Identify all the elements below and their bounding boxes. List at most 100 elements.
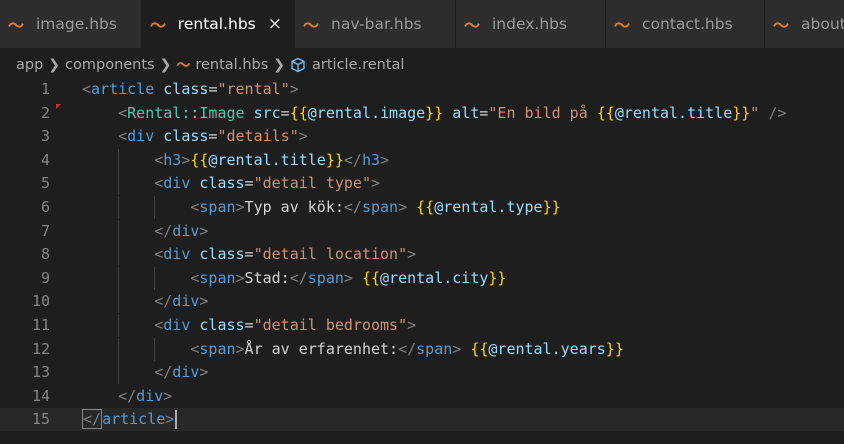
line-number: 5 <box>40 174 50 193</box>
code-token: @rental.title <box>614 103 733 122</box>
indent-guide <box>118 148 120 172</box>
breadcrumb-item-app[interactable]: app <box>16 57 43 73</box>
code-token: > <box>407 316 417 334</box>
code-line[interactable]: 8 <div class="detail location"> <box>0 243 844 267</box>
code-token: h3 <box>361 150 381 169</box>
code-text: <div class="detail type"> <box>154 172 380 195</box>
code-text: </article> <box>82 408 178 431</box>
code-token: div <box>172 363 200 382</box>
code-line[interactable]: 1 <article class="rental"> <box>0 78 844 101</box>
code-token: }} <box>605 339 624 358</box>
code-token: < <box>118 103 128 122</box>
code-text: <div class="detail location"> <box>154 243 416 266</box>
code-token: "detail type" <box>253 174 371 193</box>
tab-rental-hbs[interactable]: 〜 rental.hbs × <box>142 0 295 48</box>
code-line[interactable]: 9 <span>Stad:</span> {{@rental.city}} <box>0 266 844 290</box>
code-token: "rental" <box>217 80 290 98</box>
code-token: < <box>118 127 128 146</box>
line-number: 13 <box>31 363 50 382</box>
line-number: 3 <box>40 127 50 146</box>
symbol-cube-icon <box>290 57 306 73</box>
code-token: = <box>244 174 254 193</box>
code-token: "En bild på <box>488 103 597 122</box>
code-text: <span>År av erfarenhet:</span> {{@rental… <box>190 338 624 361</box>
code-line[interactable]: 14 </div> <box>0 385 844 408</box>
code-line[interactable]: 3 <div class="details"> <box>0 125 844 148</box>
code-token: > <box>380 150 390 169</box>
tab-contact-hbs[interactable]: 〜 contact.hbs <box>606 0 765 48</box>
code-line[interactable]: 2 <Rental::Image src={{@rental.image}} al… <box>0 102 844 125</box>
code-token: span <box>361 198 399 216</box>
tab-about-hbs[interactable]: 〜 about <box>765 0 844 48</box>
code-line[interactable]: 15 </article> <box>0 408 844 432</box>
code-token: @rental.title <box>208 150 326 169</box>
code-token: {{ <box>289 103 308 122</box>
code-token: class <box>163 80 209 98</box>
handlebars-file-icon: 〜 <box>303 16 320 35</box>
indent-guide <box>154 337 156 361</box>
code-token: /> <box>768 103 787 122</box>
code-token: div <box>172 292 200 311</box>
code-token: }} <box>488 268 507 287</box>
editor-tab-bar: 〜 image.hbs 〜 rental.hbs × 〜 nav-bar.hbs… <box>0 0 844 48</box>
code-token: > <box>407 245 417 264</box>
close-tab-icon[interactable]: × <box>268 14 282 34</box>
handlebars-file-icon: 〜 <box>176 58 191 74</box>
line-number: 9 <box>40 268 50 287</box>
code-text: <span>Stad:</span> {{@rental.city}} <box>190 267 506 290</box>
code-token: </ <box>118 386 137 405</box>
code-line[interactable]: 5 <div class="detail type"> <box>0 172 844 196</box>
code-token: {{ <box>190 150 209 169</box>
tab-image-hbs[interactable]: 〜 image.hbs <box>0 0 142 48</box>
code-token: < <box>154 150 164 169</box>
code-line[interactable]: 12 <span>År av erfarenhet:</span> {{@rent… <box>0 337 844 361</box>
line-number: 10 <box>31 292 50 311</box>
code-token: > <box>298 127 308 146</box>
code-token: @rental.city <box>380 268 489 287</box>
code-line[interactable]: 7 </div> <box>0 219 844 243</box>
chevron-right-icon: ❯ <box>273 57 286 73</box>
code-line[interactable]: 6 <span>Typ av kök:</span> {{@rental.type… <box>0 196 844 219</box>
code-text: </div> <box>154 361 208 384</box>
code-token: > <box>452 339 462 358</box>
indent-guide <box>154 196 156 219</box>
code-token: > <box>235 268 245 287</box>
code-token: {{ <box>361 268 381 287</box>
code-line[interactable]: 11 <div class="detail bedrooms"> <box>0 314 844 337</box>
line-number: 6 <box>40 198 50 216</box>
tab-nav-bar-hbs[interactable]: 〜 nav-bar.hbs <box>295 0 456 48</box>
code-token: < <box>154 316 164 334</box>
code-token: </ <box>154 221 173 240</box>
code-token: </ <box>154 363 173 382</box>
code-token: div <box>172 221 200 240</box>
code-token: div <box>163 316 191 334</box>
handlebars-file-icon: 〜 <box>150 16 167 35</box>
code-token: div <box>136 386 164 405</box>
code-token: </ <box>154 292 173 311</box>
code-token: = <box>244 245 254 264</box>
breadcrumb-item-symbol[interactable]: article.rental <box>312 57 404 73</box>
tab-label: rental.hbs <box>177 15 256 33</box>
code-line[interactable]: 10 </div> <box>0 290 844 314</box>
indent-guide <box>118 337 120 361</box>
code-token: div <box>163 245 191 264</box>
breadcrumb-item-file[interactable]: rental.hbs <box>195 57 268 73</box>
code-token: Typ av kök: <box>244 198 344 216</box>
code-token: < <box>154 245 164 264</box>
code-text: </div> <box>118 385 172 408</box>
handlebars-file-icon: 〜 <box>773 16 790 35</box>
code-line[interactable]: 13 </div> <box>0 361 844 385</box>
tab-label: image.hbs <box>36 15 117 33</box>
code-text: <article class="rental"> <box>82 78 299 101</box>
indent-guide <box>118 219 120 243</box>
tab-index-hbs[interactable]: 〜 index.hbs <box>456 0 606 48</box>
code-text: <span>Typ av kök:</span> {{@rental.type}… <box>190 196 560 219</box>
code-line[interactable]: 4 <h3>{{@rental.title}}</h3> <box>0 148 844 172</box>
tab-label: contact.hbs <box>642 15 733 33</box>
code-editor[interactable]: 1 <article class="rental"> 2 <Rental::Image… <box>0 78 844 444</box>
code-text: </div> <box>154 290 208 313</box>
code-token: {{ <box>416 198 435 216</box>
breadcrumb-item-components[interactable]: components <box>65 57 155 73</box>
